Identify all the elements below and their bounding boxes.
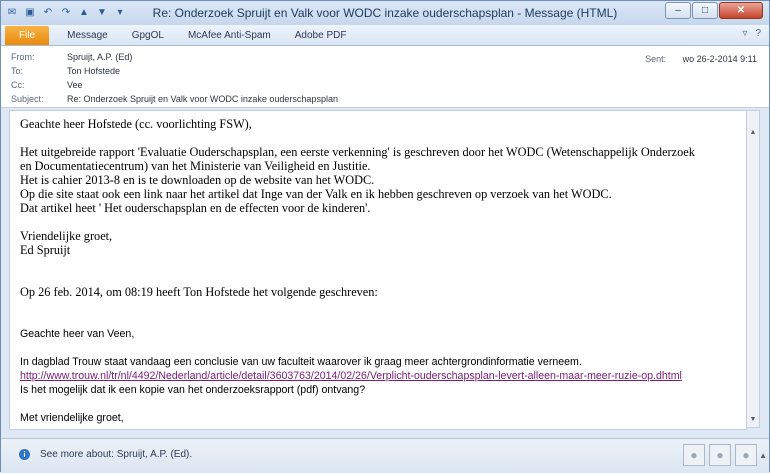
sent-value: wo 26-2-2014 9:11 [682, 54, 757, 64]
subject-label: Subject: [11, 94, 44, 104]
title-bar: ✉ ▣ ↶ ↷ ▲ ▼ ▾ Re: Onderzoek Spruijt en V… [1, 1, 769, 25]
closing: Vriendelijke groet, [20, 229, 113, 243]
cc-value[interactable]: Vee [67, 80, 83, 94]
ribbon: File Message GpgOL McAfee Anti-Spam Adob… [1, 25, 769, 46]
message-window: ✉ ▣ ↶ ↷ ▲ ▼ ▾ Re: Onderzoek Spruijt en V… [0, 0, 770, 473]
tab-adobe-pdf[interactable]: Adobe PDF [283, 26, 359, 45]
tab-gpgol[interactable]: GpgOL [120, 26, 176, 45]
quoted-greeting: Geachte heer van Veen, [20, 328, 135, 340]
avatar[interactable]: ● [683, 444, 705, 466]
avatar[interactable]: ● [709, 444, 731, 466]
paragraph-line: Het uitgebreide rapport 'Evaluatie Ouder… [20, 145, 695, 159]
people-pane: i See more about: Spruijt, A.P. (Ed). ● … [1, 438, 769, 473]
avatar[interactable]: ● [735, 444, 757, 466]
subject-value: Re: Onderzoek Spruijt en Valk voor WODC … [67, 94, 338, 104]
ribbon-tabs: File Message GpgOL McAfee Anti-Spam Adob… [5, 26, 358, 45]
close-button[interactable]: ✕ [719, 2, 763, 19]
message-text: Geachte heer Hofstede (cc. voorlichting … [20, 117, 736, 425]
message-header: From: Spruijt, A.P. (Ed) To: Ton Hofsted… [1, 46, 769, 108]
scroll-up-arrow[interactable]: ▲ [747, 127, 759, 139]
people-pane-info: i See more about: Spruijt, A.P. (Ed). [19, 449, 192, 460]
tab-mcafee[interactable]: McAfee Anti-Spam [176, 26, 283, 45]
window-controls: – □ ✕ [665, 2, 763, 19]
from-label: From: [11, 52, 35, 62]
sent-label: Sent: [645, 54, 667, 64]
expand-ribbon-icon[interactable]: ▿ [742, 28, 747, 39]
signature: Ed Spruijt [20, 243, 71, 257]
quoted-line: Is het mogelijk dat ik een kopie van het… [20, 384, 366, 396]
info-icon: i [19, 449, 30, 460]
vertical-scrollbar[interactable]: ▲ ▼ [746, 110, 760, 428]
ribbon-controls: ▿ ? [742, 28, 761, 39]
paragraph-line: Dat artikel heet ' Het ouderschapsplan e… [20, 201, 371, 215]
quoted-message: Geachte heer van Veen, In dagblad Trouw … [20, 327, 736, 425]
paragraph-line: Het is cahier 2013-8 en is te downloaden… [20, 173, 375, 187]
from-row: From: Spruijt, A.P. (Ed) [11, 52, 132, 66]
sent-info: Sent: wo 26-2-2014 9:11 [645, 54, 757, 64]
see-more-text[interactable]: See more about: Spruijt, A.P. (Ed). [40, 449, 192, 460]
maximize-button[interactable]: □ [692, 2, 718, 19]
quoted-closing: Met vriendelijke groet, [20, 412, 124, 424]
from-value[interactable]: Spruijt, A.P. (Ed) [67, 52, 132, 66]
contact-avatars: ● ● ● [683, 444, 757, 466]
subject-row: Subject: Re: Onderzoek Spruijt en Valk v… [11, 94, 338, 108]
paragraph-line: Op die site staat ook een link naar het … [20, 187, 612, 201]
to-label: To: [11, 66, 24, 76]
scroll-down-arrow[interactable]: ▼ [747, 414, 759, 426]
chevron-up-icon[interactable]: ▲ [759, 451, 767, 460]
to-value[interactable]: Ton Hofstede [67, 66, 120, 80]
minimize-button[interactable]: – [665, 2, 691, 19]
greeting: Geachte heer Hofstede (cc. voorlichting … [20, 117, 252, 131]
window-title: Re: Onderzoek Spruijt en Valk voor WODC … [152, 6, 618, 20]
quote-intro: Op 26 feb. 2014, om 08:19 heeft Ton Hofs… [20, 285, 378, 299]
tab-message[interactable]: Message [55, 26, 120, 45]
help-icon[interactable]: ? [755, 28, 761, 39]
to-row: To: Ton Hofstede [11, 66, 120, 80]
cc-row: Cc: Vee [11, 80, 83, 94]
cc-label: Cc: [11, 80, 25, 90]
tab-file[interactable]: File [5, 26, 50, 45]
message-body[interactable]: Geachte heer Hofstede (cc. voorlichting … [9, 110, 747, 430]
paragraph-line: en Documentatiecentrum) van het Minister… [20, 159, 371, 173]
quoted-line: In dagblad Trouw staat vandaag een concl… [20, 356, 582, 368]
article-link[interactable]: http://www.trouw.nl/tr/nl/4492/Nederland… [20, 369, 736, 383]
